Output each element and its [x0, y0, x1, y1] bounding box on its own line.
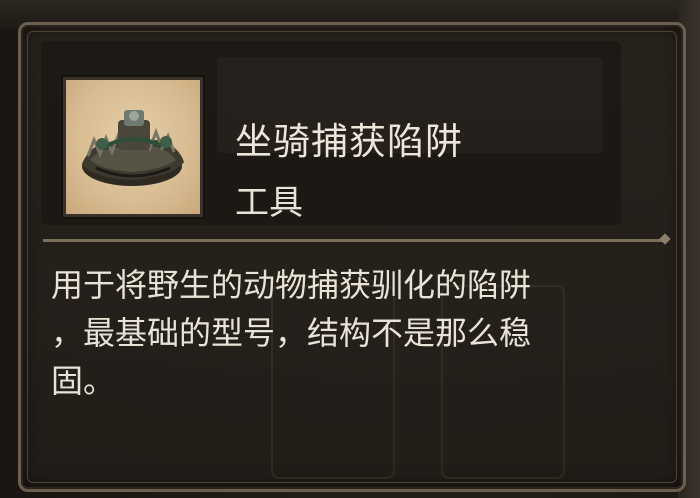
description-line: 固。	[51, 362, 116, 400]
item-icon-frame	[63, 77, 203, 217]
mount-trap-icon	[82, 110, 184, 186]
item-tooltip: 坐骑捕获陷阱 工具 用于将野生的动物捕获驯化的陷阱 ，最基础的型号，结构不是那么…	[18, 22, 686, 492]
tooltip-divider	[43, 239, 663, 242]
game-screen: 坐骑捕获陷阱 工具 用于将野生的动物捕获驯化的陷阱 ，最基础的型号，结构不是那么…	[0, 0, 700, 498]
item-type: 工具	[235, 183, 303, 223]
description-line: 用于将野生的动物捕获驯化的陷阱	[51, 266, 532, 304]
item-name: 坐骑捕获陷阱	[235, 120, 463, 163]
item-description: 用于将野生的动物捕获驯化的陷阱 ，最基础的型号，结构不是那么稳 固。	[51, 261, 671, 405]
description-line: ，最基础的型号，结构不是那么稳	[51, 314, 532, 352]
